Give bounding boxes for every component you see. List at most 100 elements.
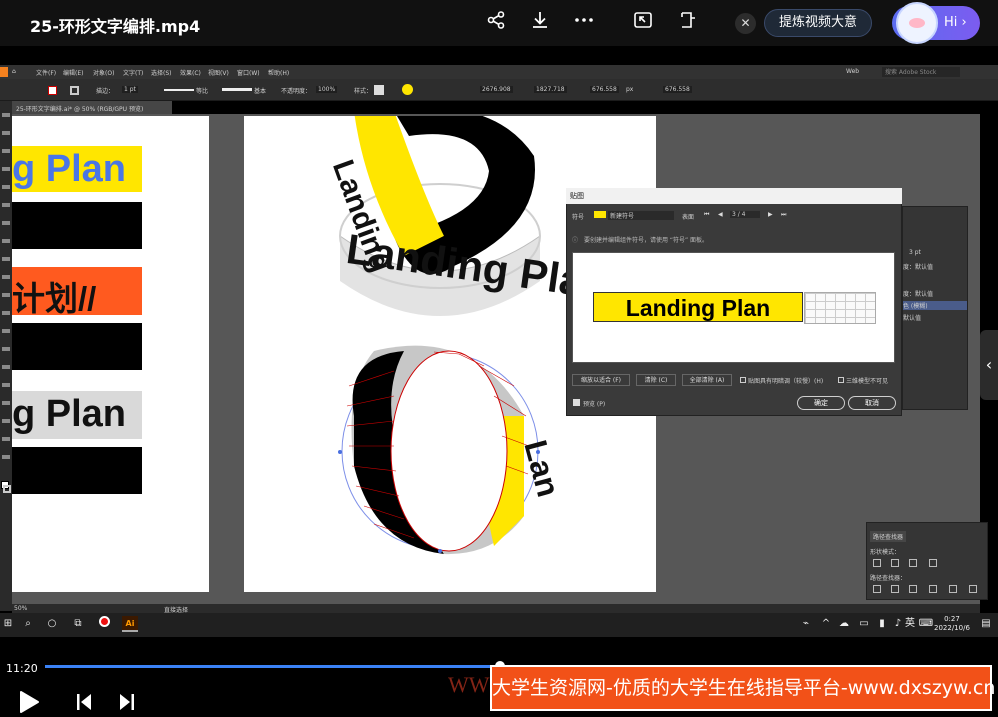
summary-button[interactable]: 提炼视频大意 [764,9,872,37]
appearance-row-4[interactable]: 色 (模糊) [903,301,967,310]
document-tab[interactable]: 25-环形文字编排.ai* @ 50% (RGB/GPU 预览) [12,101,172,114]
zoom-tool-icon[interactable] [2,455,10,459]
shape-builder-tool-icon[interactable] [2,329,10,333]
symbol-select[interactable]: 新建符号 [608,211,674,220]
opacity-field[interactable]: 100% [316,86,338,93]
stock-search-input[interactable]: 搜索 Adobe Stock [882,67,960,77]
black-strip-2[interactable] [12,323,142,370]
illustrator-taskbar-icon[interactable]: Ai [122,616,138,632]
symbol-preview-text[interactable]: Landing Plan [593,292,803,322]
menu-effect[interactable]: 效果(C) [180,68,201,77]
gradient-tool-icon[interactable] [2,347,10,351]
workspace-switcher[interactable]: Web [846,68,859,75]
stroke-weight-field[interactable]: 1 pt [122,86,138,93]
clear-button[interactable]: 清除 (C) [636,374,676,386]
fill-swatch[interactable] [48,86,57,95]
appearance-row-1[interactable]: 3 pt [909,249,921,256]
menu-view[interactable]: 视图(V) [208,68,229,77]
rectangle-tool-icon[interactable] [2,203,10,207]
appearance-row-2[interactable]: 度：默认值 [903,262,933,271]
prev-surface-icon[interactable]: ◀ [718,211,723,218]
artboard-left[interactable]: g Plan 计划// g Plan [12,116,209,592]
assistant-avatar-icon[interactable] [896,2,938,44]
stroke-swatch[interactable] [70,86,79,95]
type-tool-icon[interactable] [2,167,10,171]
picture-in-picture-icon[interactable] [630,10,656,36]
hand-tool-icon[interactable] [2,437,10,441]
merge-icon[interactable] [909,585,917,593]
invisible-geometry-checkbox[interactable] [838,377,844,383]
pencil-tool-icon[interactable] [2,239,10,243]
display-icon[interactable]: ▭ [856,616,872,632]
exclude-icon[interactable] [929,559,937,567]
recorder-icon[interactable] [96,616,112,632]
scale-tool-icon[interactable] [2,293,10,297]
y-field[interactable]: 1827.718 [534,86,567,93]
last-surface-icon[interactable]: ⏭ [781,211,786,219]
yellow-text-strip[interactable]: g Plan [12,146,142,192]
appearance-row-5[interactable]: 默认值 [903,313,921,322]
battery-icon[interactable]: ▮ [874,616,890,632]
windows-start-icon[interactable]: ⊞ [0,616,16,632]
menu-object[interactable]: 对象(O) [93,68,114,77]
intersect-icon[interactable] [909,559,917,567]
orange-text-strip[interactable]: 计划// [12,267,142,317]
task-view-icon[interactable]: ⧉ [70,616,86,632]
trim-icon[interactable] [891,585,899,593]
style-swatch[interactable] [374,85,384,95]
menu-help[interactable]: 帮助(H) [268,68,289,77]
line-tool-icon[interactable] [2,185,10,189]
crop-icon[interactable] [929,585,937,593]
download-icon[interactable] [527,10,553,36]
x-field[interactable]: 2676.908 [480,86,513,93]
shade-artwork-checkbox[interactable] [740,377,746,383]
selection-tool-icon[interactable] [2,113,10,117]
next-icon[interactable] [119,693,135,715]
blend-tool-icon[interactable] [2,383,10,387]
brush-definition[interactable]: 基本 [254,86,266,95]
share-icon[interactable] [483,10,509,36]
black-strip-1[interactable] [12,202,142,249]
pen-tool-icon[interactable] [2,149,10,153]
preview-checkbox[interactable] [573,399,580,406]
minus-back-icon[interactable] [969,585,977,593]
menu-type[interactable]: 文字(T) [123,68,143,77]
eyedropper-tool-icon[interactable] [2,365,10,369]
cancel-button[interactable]: 取消 [848,396,896,410]
first-surface-icon[interactable]: ⏮ [704,211,709,219]
cortana-icon[interactable]: ○ [44,616,60,632]
width-tool-icon[interactable] [2,311,10,315]
divide-icon[interactable] [873,585,881,593]
previous-icon[interactable] [76,693,92,715]
artboard-tool-icon[interactable] [2,419,10,423]
appearance-panel[interactable]: 3 pt 度：默认值 度：默认值 色 (模糊) 默认值 [902,206,968,410]
close-icon[interactable]: ✕ [735,13,756,34]
chevron-left-icon[interactable]: ‹ [980,330,998,400]
width-field[interactable]: 676.558 [590,86,619,93]
gray-text-strip[interactable]: g Plan [12,391,142,439]
unite-icon[interactable] [873,559,881,567]
zoom-level[interactable]: 50% [14,605,27,612]
paintbrush-tool-icon[interactable] [2,221,10,225]
cloud-icon[interactable]: ☁ [836,616,852,632]
taskbar-search-icon[interactable]: ⌕ [20,616,36,632]
scale-to-fit-button[interactable]: 缩放以适合 (F) [572,374,630,386]
height-field[interactable]: 676.558 [663,86,692,93]
home-icon[interactable]: ⌂ [12,68,16,75]
eraser-tool-icon[interactable] [2,257,10,261]
menu-window[interactable]: 窗口(W) [237,68,260,77]
direct-selection-tool-icon[interactable] [2,131,10,135]
play-icon[interactable] [18,690,40,717]
ok-button[interactable]: 确定 [797,396,845,410]
variable-width-profile[interactable]: 等比 [196,86,208,95]
appearance-row-3[interactable]: 度：默认值 [903,289,933,298]
black-strip-3[interactable] [12,447,142,494]
clear-all-button[interactable]: 全部清除 (A) [682,374,732,386]
ime-indicator[interactable]: 英 [902,616,918,632]
outline-icon[interactable] [949,585,957,593]
more-icon[interactable] [571,10,597,36]
rotate-tool-icon[interactable] [2,275,10,279]
taskbar-clock[interactable]: 0:27 2022/10/6 [934,615,970,633]
menu-file[interactable]: 文件(F) [36,68,56,77]
menu-edit[interactable]: 编辑(E) [63,68,83,77]
